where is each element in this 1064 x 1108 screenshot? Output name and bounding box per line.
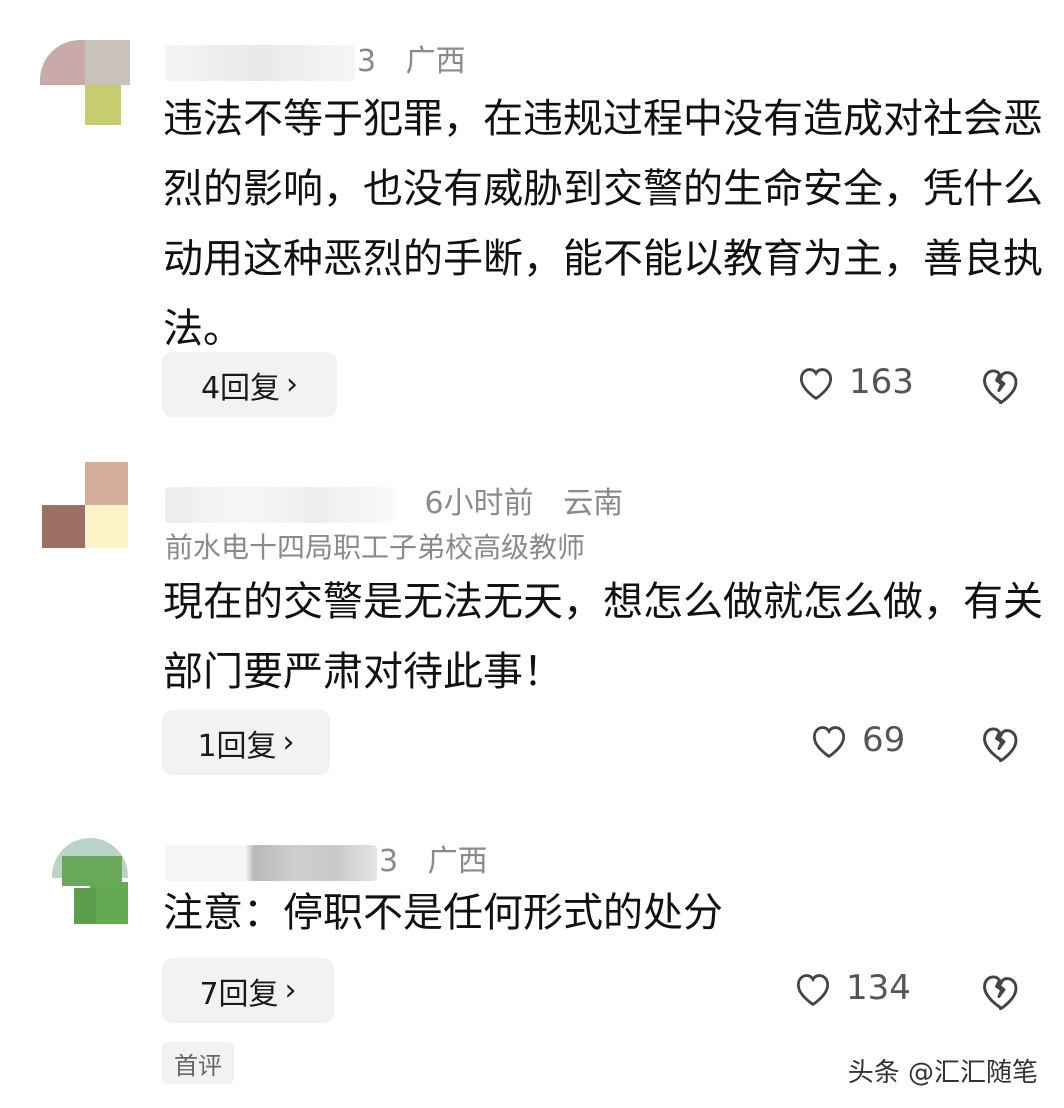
- like-button[interactable]: 163: [795, 362, 914, 402]
- location: 云南: [563, 486, 624, 521]
- like-count: 69: [862, 720, 906, 760]
- username-blurred[interactable]: [165, 44, 355, 81]
- comment-text: 违法不等于犯罪，在违规过程中没有造成对社会恶烈的影响，也没有威胁到交警的生命安全…: [163, 96, 1043, 352]
- username-blurred[interactable]: [165, 844, 377, 881]
- username-suffix: 3: [379, 844, 399, 879]
- location: 广西: [427, 844, 488, 879]
- reply-button[interactable]: 7回复 ›: [162, 958, 334, 1023]
- like-button[interactable]: 69: [808, 720, 905, 760]
- like-count: 134: [846, 968, 911, 1008]
- reply-label: 4回复: [200, 370, 281, 406]
- username-blurred[interactable]: [165, 486, 395, 523]
- heart-outline-icon: [812, 726, 846, 759]
- like-button[interactable]: 134: [792, 968, 911, 1008]
- reply-button[interactable]: 1回复 ›: [162, 710, 330, 775]
- comment-text: 現在的交警是无法无天，想怎么做就怎么做，有关部门要严肃对待此事！: [163, 579, 1043, 695]
- avatar[interactable]: [40, 40, 130, 130]
- comment-meta: 3 广西: [165, 36, 466, 81]
- reply-button[interactable]: 4回复 ›: [162, 352, 337, 417]
- chevron-right-icon: ›: [282, 725, 295, 760]
- dislike-button[interactable]: [978, 970, 1022, 1014]
- chevron-right-icon: ›: [284, 973, 297, 1008]
- dislike-button[interactable]: [978, 722, 1022, 766]
- watermark: 头条 @汇汇随笔: [847, 1058, 1038, 1088]
- comment-meta: 6小时前 云南: [165, 478, 623, 523]
- post-time: 6小时前: [424, 486, 534, 521]
- avatar[interactable]: [42, 462, 128, 548]
- chevron-right-icon: ›: [286, 367, 299, 402]
- broken-heart-icon: [983, 369, 1018, 405]
- location: 广西: [405, 44, 466, 79]
- broken-heart-icon: [983, 975, 1018, 1011]
- reply-label: 7回复: [199, 976, 279, 1012]
- like-count: 163: [849, 362, 914, 402]
- comment-text: 注意：停职不是任何形式的处分: [163, 890, 723, 936]
- first-comment-badge: 首评: [162, 1042, 234, 1084]
- heart-outline-icon: [799, 368, 833, 401]
- heart-outline-icon: [796, 974, 830, 1007]
- user-title: 前水电十四局职工子弟校高级教师: [165, 531, 586, 564]
- comment-meta: 3 广西: [165, 836, 488, 881]
- username-suffix: 3: [357, 44, 377, 79]
- avatar[interactable]: [52, 838, 128, 924]
- broken-heart-icon: [983, 727, 1018, 763]
- dislike-button[interactable]: [978, 364, 1022, 408]
- reply-label: 1回复: [197, 728, 277, 764]
